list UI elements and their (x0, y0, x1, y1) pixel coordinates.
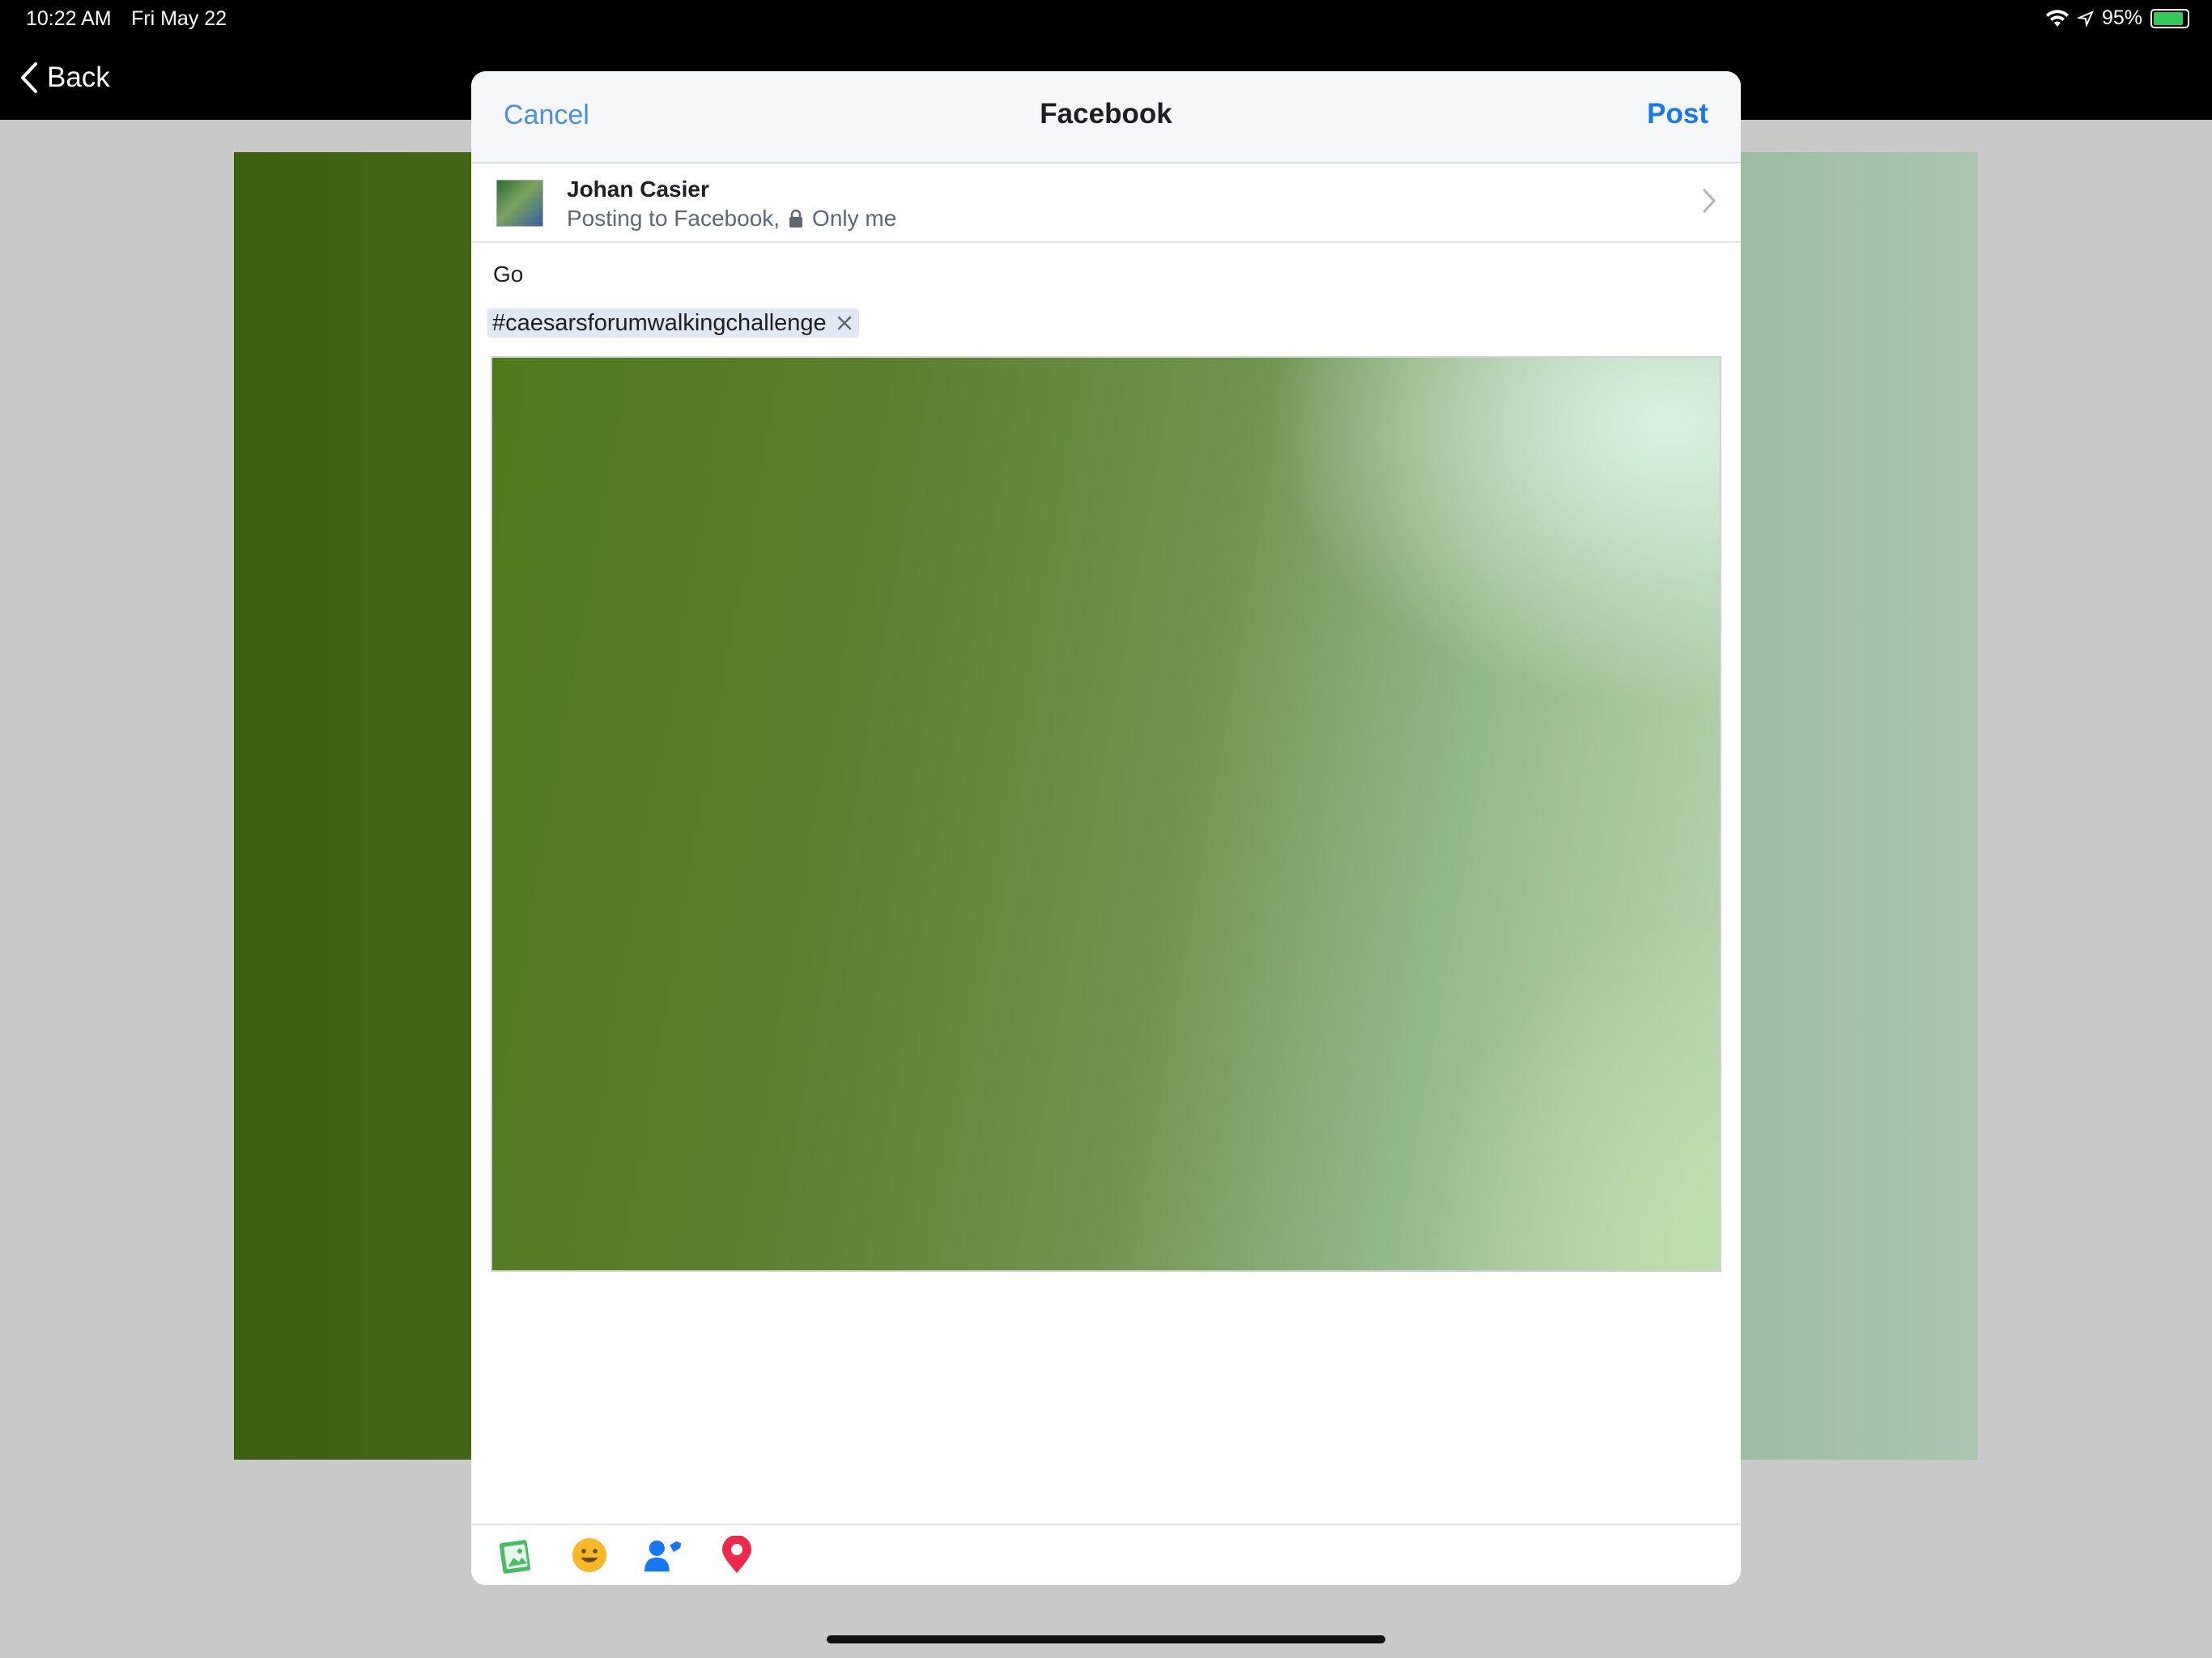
sheet-title: Facebook (1040, 98, 1172, 130)
sheet-header: Cancel Facebook Post (471, 71, 1741, 164)
photo-button[interactable] (496, 1535, 536, 1575)
post-text-field[interactable]: Go (493, 261, 523, 287)
facebook-share-sheet: Cancel Facebook Post Johan Casier Postin… (471, 71, 1741, 1585)
posting-to-label: Posting to Facebook, (567, 206, 781, 231)
location-arrow-icon (2077, 10, 2094, 27)
battery-percent: 95% (2101, 6, 2142, 29)
battery-icon (2150, 8, 2189, 28)
home-indicator[interactable] (827, 1635, 1385, 1643)
status-bar: 10:22 AM Fri May 22 95% (0, 0, 2212, 40)
audience-label: Only me (812, 206, 897, 231)
tag-people-icon (644, 1540, 682, 1572)
status-time: 10:22 AM (26, 7, 112, 30)
chevron-right-icon (1703, 189, 1716, 213)
back-label: Back (47, 62, 110, 93)
status-indicators: 95% (2045, 6, 2189, 30)
avatar (496, 180, 543, 227)
close-icon[interactable] (836, 315, 853, 331)
tag-people-button[interactable] (643, 1535, 683, 1575)
photo-icon (499, 1540, 531, 1574)
hashtag-label: #caesarsforumwalkingchallenge (492, 309, 827, 336)
post-button[interactable]: Post (1647, 98, 1708, 130)
hashtag-chip: #caesarsforumwalkingchallenge (487, 308, 859, 338)
status-date: Fri May 22 (131, 7, 228, 30)
account-subtitle: Posting to Facebook, Only me (567, 206, 896, 232)
lock-icon (789, 209, 803, 227)
account-audience-row[interactable]: Johan Casier Posting to Facebook, Only m… (471, 164, 1741, 243)
location-pin-icon (722, 1536, 751, 1573)
feeling-button[interactable] (569, 1535, 610, 1575)
feeling-emoji-icon (572, 1538, 606, 1572)
location-button[interactable] (717, 1535, 757, 1575)
composer-toolbar (471, 1524, 1741, 1585)
wifi-icon (2045, 9, 2069, 27)
attached-photo (491, 356, 1721, 1272)
account-name: Johan Casier (567, 176, 709, 202)
back-button[interactable]: Back (19, 62, 110, 94)
chevron-left-icon (21, 62, 37, 93)
